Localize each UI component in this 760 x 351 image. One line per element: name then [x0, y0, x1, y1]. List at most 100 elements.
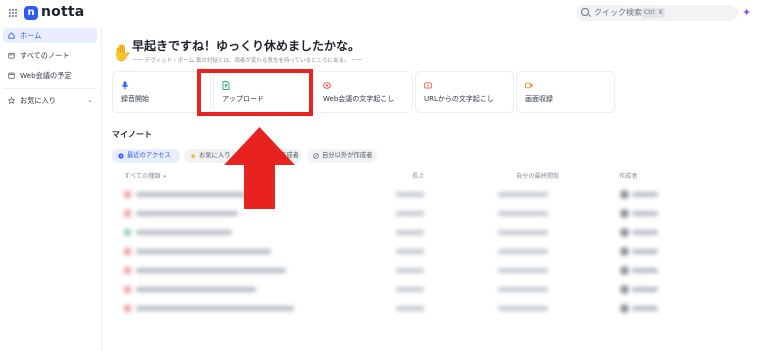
action-card-label: URLからの文字起こし	[424, 95, 494, 103]
note-author-blurred	[632, 249, 658, 254]
waving-hand-icon: ✋	[112, 43, 132, 62]
note-author-blurred	[632, 230, 658, 235]
note-title-blurred	[136, 306, 294, 311]
filter-chip-recent[interactable]: 最近のアクセス	[112, 149, 180, 163]
note-author-blurred	[632, 211, 658, 216]
sidebar-item-label: ホーム	[20, 31, 42, 40]
note-author-blurred	[632, 306, 658, 311]
note-type-icon	[124, 191, 131, 198]
action-card-screen-record[interactable]: 画面収録	[516, 71, 615, 113]
table-row[interactable]	[120, 186, 740, 204]
note-author-blurred	[632, 287, 658, 292]
sidebar-item-meeting-schedule[interactable]: Web会議の予定	[3, 68, 97, 83]
note-title-blurred	[136, 230, 232, 235]
screen-record-icon	[525, 82, 533, 89]
video-icon	[424, 82, 432, 89]
note-date-blurred	[498, 287, 548, 292]
table-row[interactable]	[120, 243, 740, 261]
sidebar-item-label: すべてのノート	[20, 51, 70, 60]
filter-chip-label: 自分以外が作成者	[322, 152, 373, 159]
action-card-url-transcribe[interactable]: URLからの文字起こし	[415, 71, 514, 113]
sidebar-divider	[3, 88, 97, 89]
table-row[interactable]	[120, 300, 740, 318]
shortcut-k-key: K	[657, 8, 665, 18]
note-type-icon	[124, 229, 131, 236]
sidebar-item-home[interactable]: ホーム	[3, 28, 97, 43]
note-length-blurred	[396, 287, 424, 292]
avatar	[620, 228, 629, 237]
apps-grid-icon[interactable]	[9, 9, 17, 17]
note-date-blurred	[498, 192, 548, 197]
filter-chip-label: 最近のアクセス	[127, 152, 171, 159]
quick-search-input[interactable]: クイック検索 Ctrl K	[576, 5, 738, 21]
my-notes-title: マイノート	[112, 130, 152, 139]
top-bar: n notta クイック検索 Ctrl K ✦	[0, 0, 760, 26]
avatar	[620, 209, 629, 218]
note-length-blurred	[396, 230, 424, 235]
meeting-icon	[323, 82, 331, 89]
note-length-blurred	[396, 211, 424, 216]
table-row[interactable]	[120, 262, 740, 280]
action-card-label: 画面収録	[525, 95, 553, 103]
chevron-down-icon[interactable]: ⌄	[87, 93, 93, 108]
mic-icon	[121, 81, 129, 90]
column-header-creator[interactable]: 作成者	[619, 171, 638, 180]
home-icon	[8, 32, 15, 39]
note-date-blurred	[498, 230, 548, 235]
table-row[interactable]	[120, 224, 740, 242]
star-icon	[8, 97, 15, 104]
avatar	[620, 304, 629, 313]
greeting-title: 早起きですね！ゆっくり休めましたかな。	[132, 39, 361, 53]
table-row[interactable]	[120, 205, 740, 223]
calendar-icon	[8, 72, 15, 79]
app-name[interactable]: notta	[41, 4, 84, 20]
note-type-icon	[124, 267, 131, 274]
note-type-icon	[124, 286, 131, 293]
note-date-blurred	[498, 249, 548, 254]
column-header-last-viewed[interactable]: 自分の最終閲覧	[516, 171, 559, 180]
note-title-blurred	[136, 287, 256, 292]
note-author-blurred	[632, 268, 658, 273]
action-card-meeting-transcribe[interactable]: Web会議の文字起こし	[314, 71, 413, 113]
sidebar-item-label: Web会議の予定	[20, 71, 72, 80]
folder-icon	[8, 52, 15, 59]
notta-logo-icon[interactable]: n	[24, 6, 38, 20]
shortcut-ctrl-key: Ctrl	[642, 8, 657, 18]
note-length-blurred	[396, 268, 424, 273]
note-title-blurred	[136, 211, 238, 216]
avatar	[620, 285, 629, 294]
table-row[interactable]	[120, 281, 740, 299]
note-type-icon	[124, 305, 131, 312]
upload-highlight-box	[197, 69, 313, 116]
search-icon	[581, 8, 589, 16]
avatar	[620, 190, 629, 199]
column-header-type[interactable]: すべての種類 ▾	[124, 171, 166, 180]
avatar	[620, 247, 629, 256]
chevron-down-icon: ▾	[163, 174, 166, 180]
note-type-icon	[124, 210, 131, 217]
action-card-label: 録音開始	[121, 95, 149, 103]
note-title-blurred	[136, 249, 271, 254]
search-placeholder: クイック検索	[594, 8, 642, 17]
ai-sparkle-icon[interactable]: ✦	[742, 7, 751, 18]
filter-chip-others[interactable]: 自分以外が作成者	[307, 149, 377, 163]
sidebar: ホーム すべてのノート Web会議の予定 お気に入り ⌄	[0, 26, 102, 351]
star-icon	[190, 153, 196, 159]
avatar	[620, 266, 629, 275]
sidebar-item-favorites[interactable]: お気に入り ⌄	[3, 93, 97, 108]
greeting-quote: ーー デヴィッド・ボーム 真の対話とは、両者が変わる意志を持っているところにある…	[132, 58, 363, 64]
note-length-blurred	[396, 306, 424, 311]
note-length-blurred	[396, 249, 424, 254]
clock-icon	[118, 153, 124, 159]
note-title-blurred	[136, 268, 286, 273]
note-date-blurred	[498, 211, 548, 216]
share-icon	[313, 153, 319, 159]
sidebar-item-all-notes[interactable]: すべてのノート	[3, 48, 97, 63]
note-date-blurred	[498, 306, 548, 311]
note-type-icon	[124, 248, 131, 255]
action-card-label: Web会議の文字起こし	[323, 95, 395, 103]
sidebar-item-label: お気に入り	[20, 96, 56, 105]
column-header-length[interactable]: 長さ	[412, 171, 424, 180]
note-author-blurred	[632, 192, 658, 197]
red-arrow-up-icon	[224, 127, 295, 209]
